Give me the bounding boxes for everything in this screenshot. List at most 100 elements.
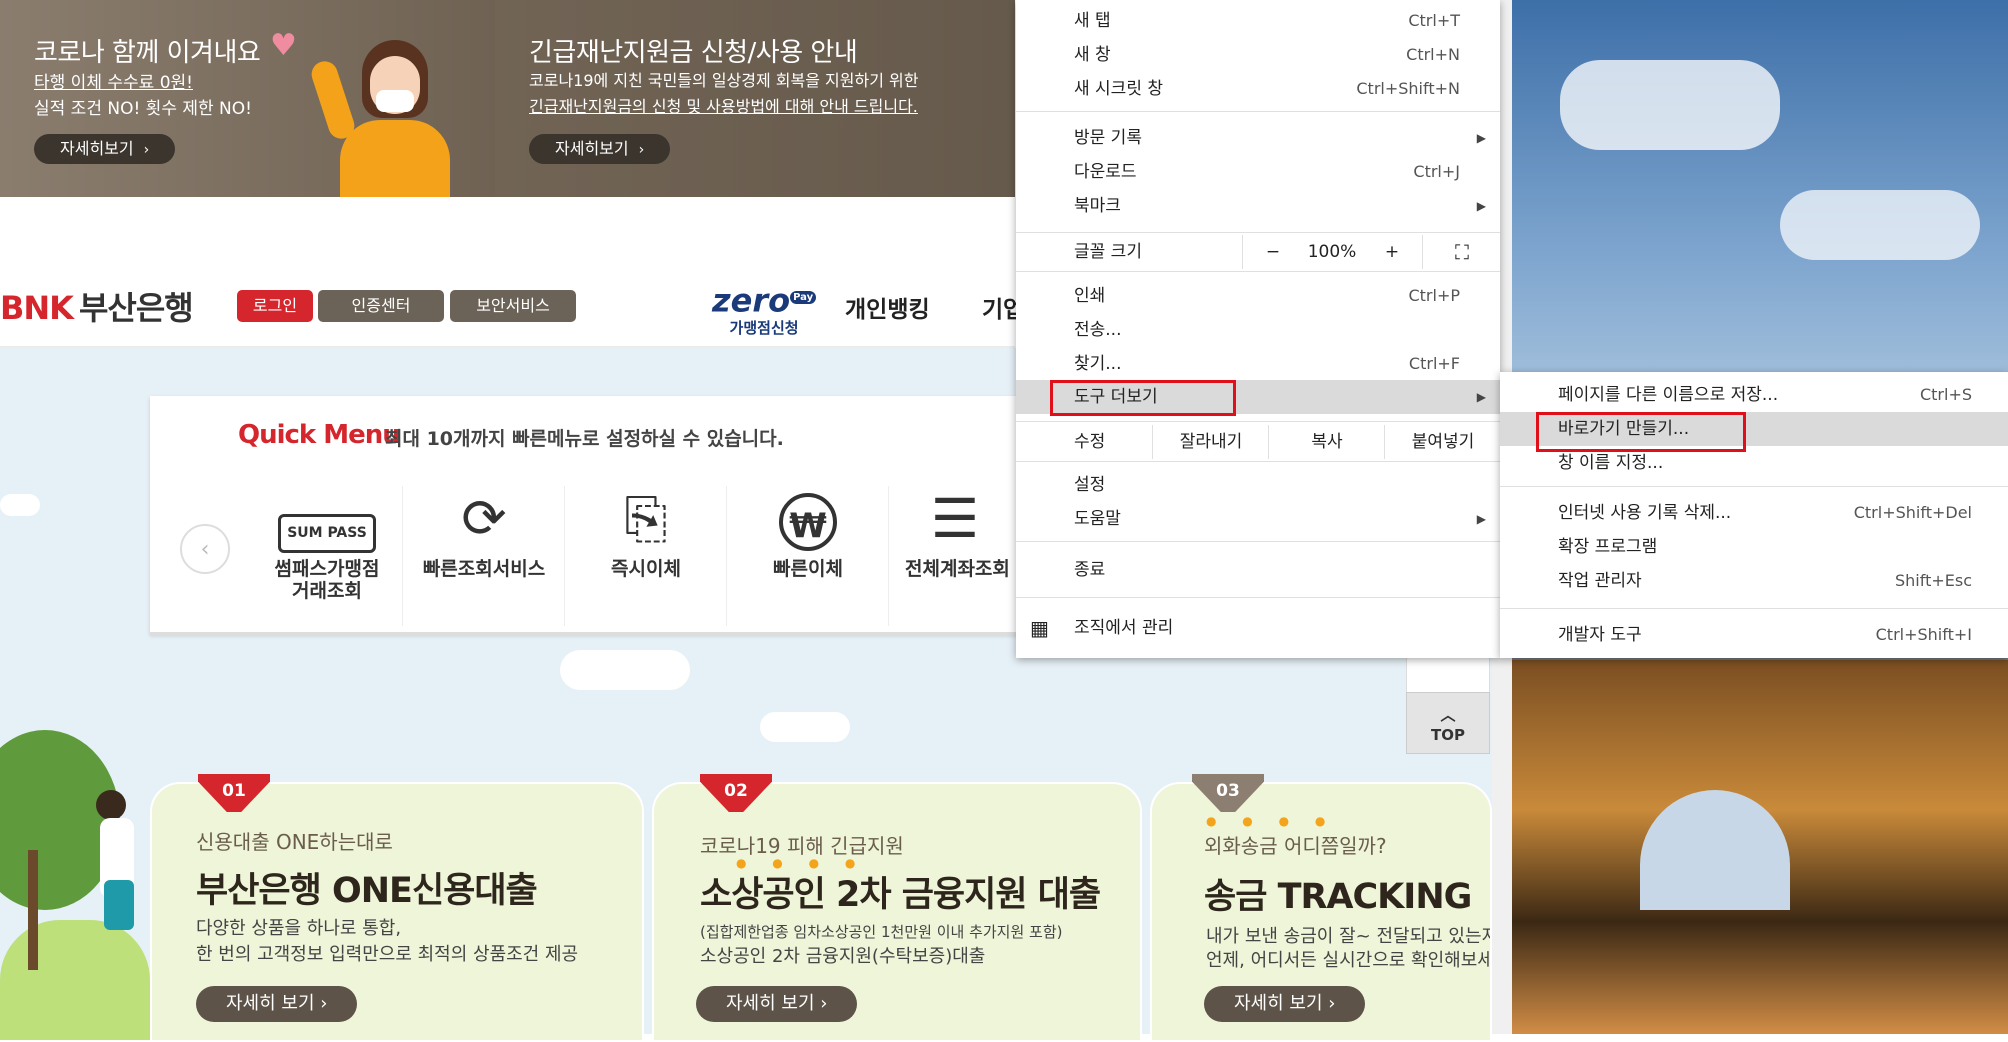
menu-label: 새 탭	[1074, 11, 1111, 31]
quick-menu-item-sumpass[interactable]: SUM PASS 썸패스가맹점 거래조회	[246, 486, 408, 626]
menu-shortcut: Ctrl+Shift+N	[1356, 79, 1460, 98]
quick-menu-prev-button[interactable]: ‹	[180, 524, 230, 574]
menu-item-help[interactable]: 도움말 ▶	[1016, 502, 1500, 536]
card-desc: 언제, 어디서든 실시간으로 확인해보세요	[1206, 950, 1492, 971]
menu-separator	[1016, 271, 1500, 272]
quick-menu-desc: 최대 10개까지 빠른메뉴로 설정하실 수 있습니다.	[385, 428, 784, 450]
card-more-button[interactable]: 자세히 보기 ›	[196, 986, 358, 1022]
person-legs	[104, 880, 134, 930]
heart-icon: ♥	[270, 28, 297, 63]
cloud	[760, 712, 850, 742]
nav-personal-banking[interactable]: 개인뱅킹	[845, 290, 930, 324]
menu-label: 전송...	[1074, 320, 1122, 340]
menu-label: 새 시크릿 창	[1074, 79, 1164, 99]
promo-card-one-loan[interactable]: 신용대출 ONE하는대로 부산은행 ONE신용대출 다양한 상품을 하나로 통합…	[150, 782, 644, 1042]
sumpass-icon-text: SUM PASS	[278, 514, 376, 553]
menu-item-cast[interactable]: 전송...	[1016, 313, 1500, 347]
bnk-logo[interactable]: BNK 부산은행	[0, 283, 194, 329]
menu-item-new-window[interactable]: 새 창 Ctrl+N	[1016, 38, 1500, 72]
menu-item-developer-tools[interactable]: 개발자 도구 Ctrl+Shift+I	[1500, 618, 2008, 652]
refresh-icon: ⟳	[461, 487, 507, 550]
person-illustration	[96, 790, 126, 820]
menu-label: 글꼴 크기	[1074, 242, 1142, 262]
menu-separator	[1016, 421, 1500, 422]
card-title: 부산은행 ONE신용대출	[196, 871, 538, 911]
menu-label: 북마크	[1074, 196, 1121, 216]
banner-corona[interactable]: 코로나 함께 이겨내요 ♥ 타행 이체 수수료 0원! 실적 조건 NO! 횟수…	[0, 0, 495, 197]
building-icon: ▦	[1030, 616, 1049, 640]
login-button[interactable]: 로그인	[237, 290, 313, 322]
card-subtitle: 신용대출 ONE하는대로	[196, 830, 393, 854]
banner-more-button[interactable]: 자세히보기 ›	[529, 134, 671, 164]
quick-menu-item-quick-transfer[interactable]: ₩ 빠른이체	[726, 486, 889, 626]
submenu-arrow-icon: ▶	[1476, 512, 1486, 526]
menu-item-new-tab[interactable]: 새 탭 Ctrl+T	[1016, 4, 1500, 38]
banner-line: 코로나19에 지친 국민들의 일상경제 회복을 지원하기 위한	[529, 71, 919, 90]
fullscreen-icon[interactable]: ⛶	[1422, 235, 1501, 269]
cert-center-button[interactable]: 인증센터	[318, 290, 444, 322]
grass-illustration	[0, 920, 150, 1040]
card-more-button[interactable]: 자세히 보기 ›	[696, 986, 858, 1022]
menu-item-downloads[interactable]: 다운로드 Ctrl+J	[1016, 155, 1500, 189]
menu-label: 확장 프로그램	[1558, 537, 1658, 557]
menu-separator	[1016, 232, 1500, 233]
menu-label: 개발자 도구	[1558, 625, 1642, 645]
menu-separator	[1016, 541, 1500, 542]
banner-title: 긴급재난지원금 신청/사용 안내	[529, 38, 858, 68]
logo-name: 부산은행	[78, 289, 194, 327]
promo-card-small-biz-loan[interactable]: 코로나19 피해 긴급지원 ● ● ● ● 소상공인 2차 금융지원 대출 (집…	[652, 782, 1142, 1042]
card-desc: 소상공인 2차 금융지원(수탁보증)대출	[700, 946, 986, 967]
quick-menu-item-instant-transfer[interactable]: ⎘ 즉시이체	[564, 486, 727, 626]
menu-label: 찾기...	[1074, 354, 1122, 374]
menu-item-managed-by-org[interactable]: ▦ 조직에서 관리	[1016, 611, 1500, 645]
menu-item-print[interactable]: 인쇄 Ctrl+P	[1016, 279, 1500, 313]
menu-item-find[interactable]: 찾기... Ctrl+F	[1016, 347, 1500, 381]
menu-separator	[1016, 461, 1500, 462]
cut-button[interactable]: 잘라내기	[1152, 425, 1269, 459]
top-label: TOP	[1431, 726, 1465, 744]
banner-more-button[interactable]: 자세히보기 ›	[34, 134, 176, 164]
side-panel-item	[1406, 654, 1490, 694]
tree-trunk	[28, 850, 38, 970]
highlight-box-create-shortcut	[1536, 412, 1746, 452]
menu-item-history[interactable]: 방문 기록 ▶	[1016, 121, 1500, 155]
quick-menu-item-all-accounts[interactable]: ☰ 전체계좌조회	[888, 486, 1021, 626]
security-service-button[interactable]: 보안서비스	[450, 290, 576, 322]
quick-menu-shadow	[150, 632, 1020, 636]
menu-item-save-page-as[interactable]: 페이지를 다른 이름으로 저장... Ctrl+S	[1500, 378, 2008, 412]
menu-item-bookmarks[interactable]: 북마크 ▶	[1016, 189, 1500, 223]
menu-item-settings[interactable]: 설정	[1016, 468, 1500, 502]
paste-button[interactable]: 붙여넣기	[1384, 425, 1501, 459]
banner-relief-fund[interactable]: 긴급재난지원금 신청/사용 안내 코로나19에 지친 국민들의 일상경제 회복을…	[495, 0, 1015, 197]
list-search-icon: ☰	[930, 487, 980, 550]
zeropay-link[interactable]: zero Pay 가맹점신청	[712, 282, 817, 338]
zoom-out-button[interactable]: −	[1242, 235, 1303, 269]
submenu-arrow-icon: ▶	[1476, 199, 1486, 213]
zero-label: 가맹점신청	[729, 318, 799, 337]
quick-menu-item-quick-inquiry[interactable]: ⟳ 빠른조회서비스	[402, 486, 565, 626]
menu-item-exit[interactable]: 종료	[1016, 553, 1500, 587]
menu-item-task-manager[interactable]: 작업 관리자 Shift+Esc	[1500, 564, 2008, 598]
menu-label: 인터넷 사용 기록 삭제...	[1558, 503, 1732, 523]
menu-item-incognito[interactable]: 새 시크릿 창 Ctrl+Shift+N	[1016, 72, 1500, 106]
quick-menu-label: 전체계좌조회	[905, 558, 1010, 580]
emphasis-dots: ● ● ● ●	[1206, 814, 1337, 828]
menu-separator	[1500, 486, 2008, 487]
menu-item-clear-browsing-data[interactable]: 인터넷 사용 기록 삭제... Ctrl+Shift+Del	[1500, 496, 2008, 530]
chevron-right-icon: ›	[820, 993, 828, 1014]
menu-label: 다운로드	[1074, 162, 1137, 182]
card-more-button[interactable]: 자세히 보기 ›	[1204, 986, 1366, 1022]
scroll-top-button[interactable]: ︿ TOP	[1406, 692, 1490, 754]
pay-badge: Pay	[790, 291, 817, 304]
banner-line: 실적 조건 NO! 횟수 제한 NO!	[34, 99, 252, 119]
zoom-in-button[interactable]: +	[1362, 235, 1422, 269]
copy-button[interactable]: 복사	[1268, 425, 1385, 459]
menu-separator	[1016, 111, 1500, 112]
menu-separator	[1500, 608, 2008, 609]
sumpass-icon: SUM PASS	[246, 486, 408, 558]
chevron-right-icon: ›	[638, 142, 645, 158]
menu-item-extensions[interactable]: 확장 프로그램	[1500, 530, 2008, 564]
woman-illustration	[308, 40, 470, 197]
quick-menu-title: Quick Menu	[238, 420, 401, 450]
menu-separator	[1016, 597, 1500, 598]
